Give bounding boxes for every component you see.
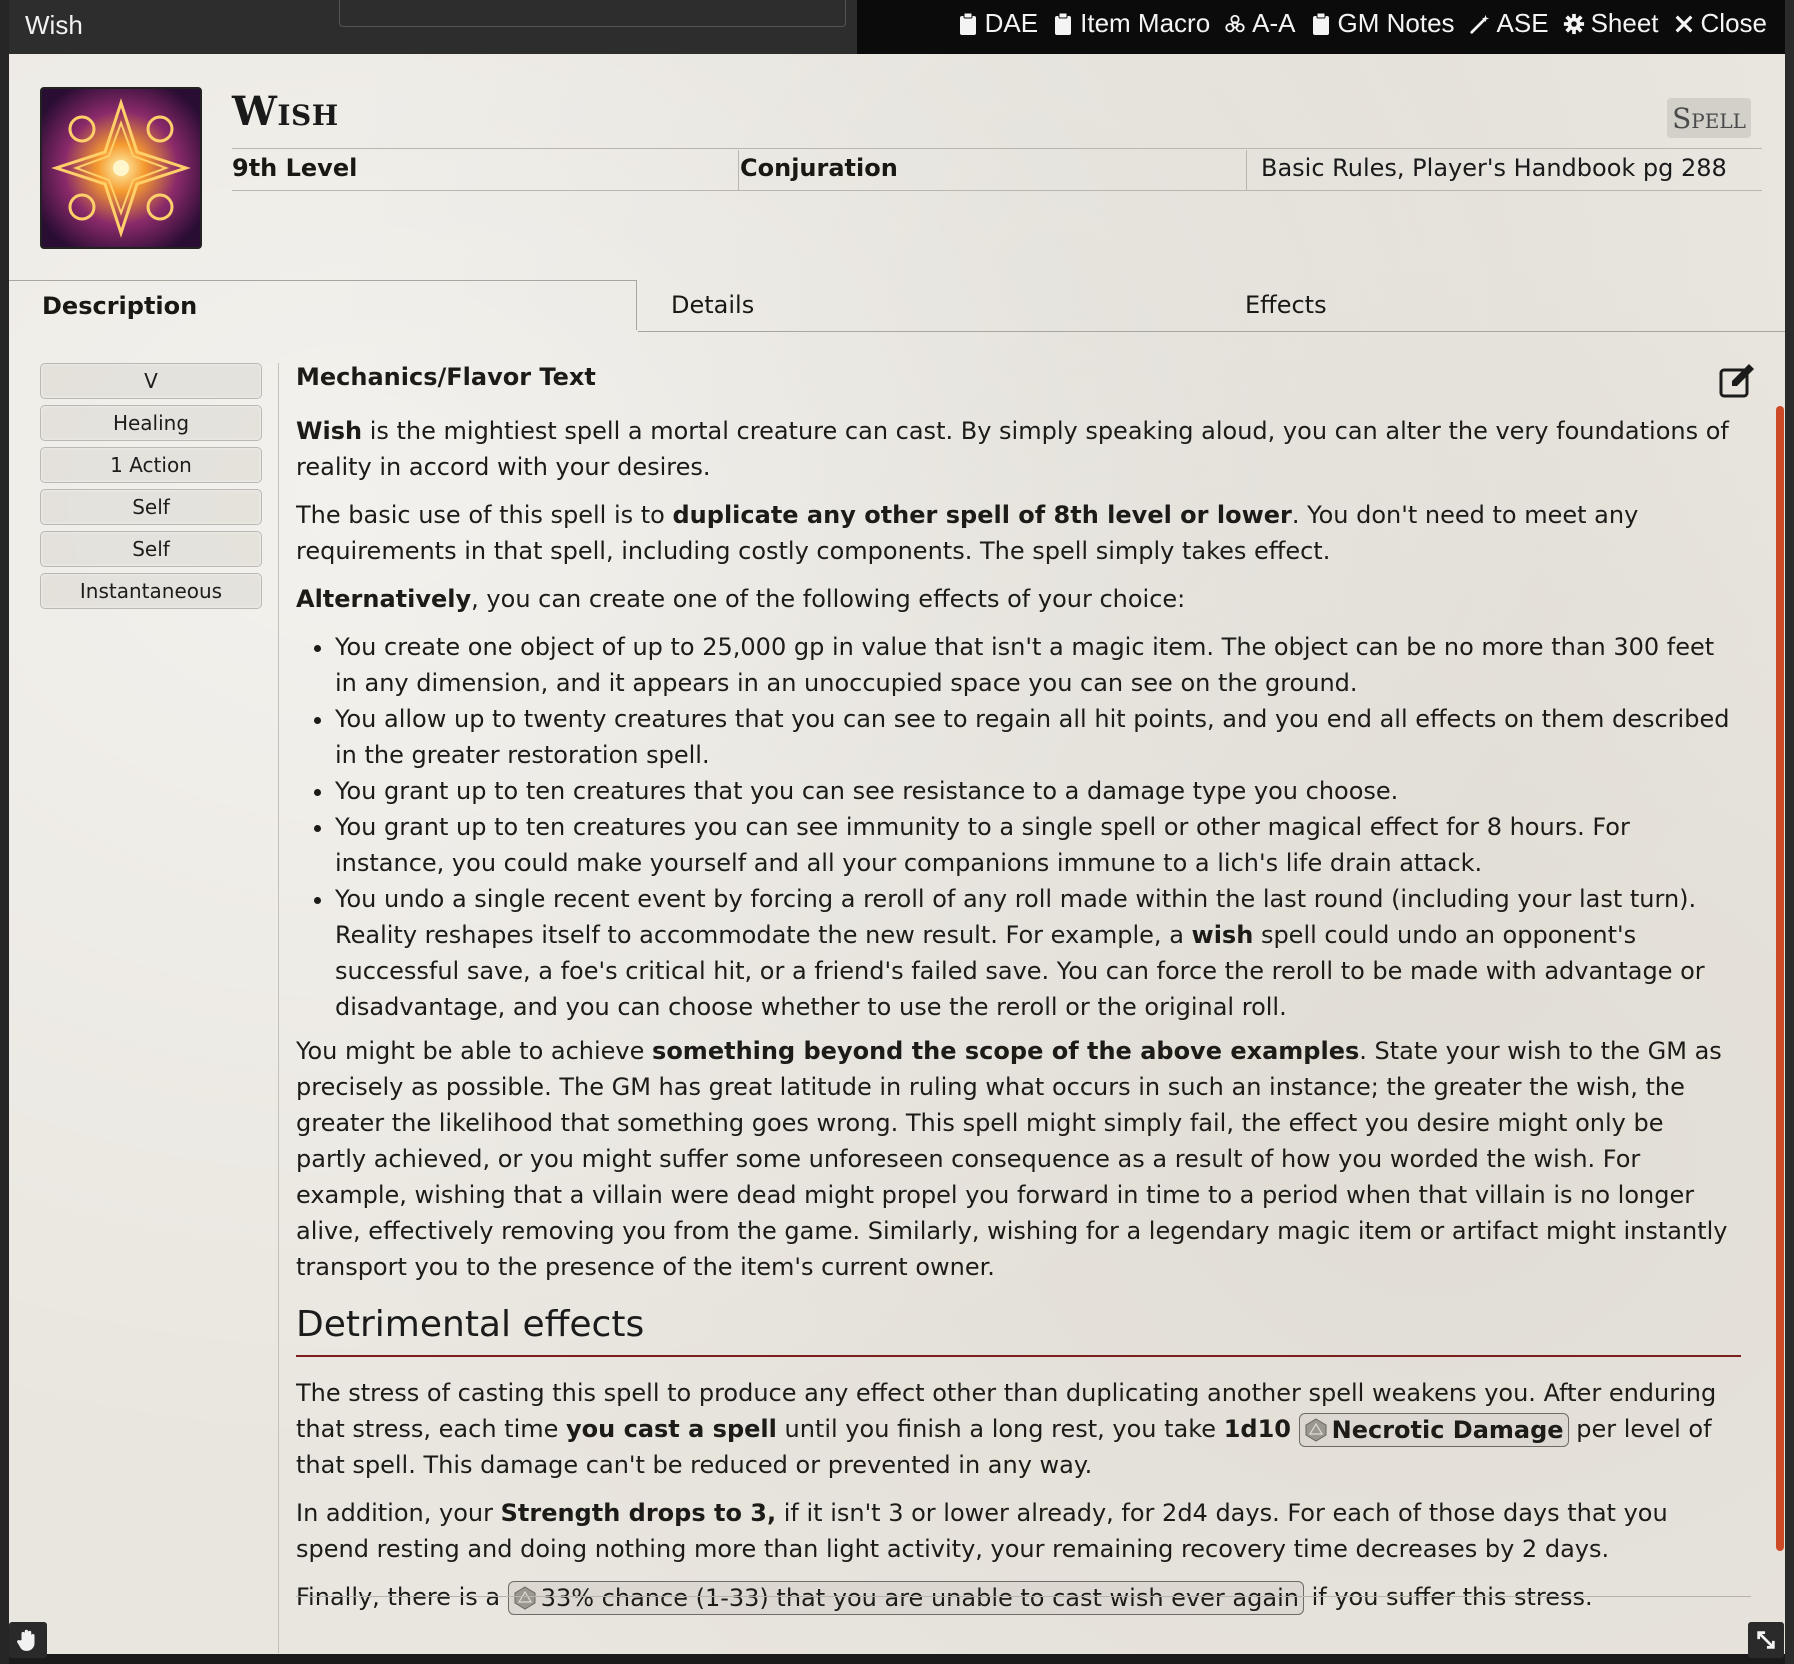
bold-text: something beyond the scope of the above … — [652, 1037, 1360, 1065]
gm-notes-button[interactable]: GM Notes — [1310, 8, 1455, 39]
text: The basic use of this spell is to — [296, 501, 673, 529]
spell-level[interactable]: 9th Level — [232, 154, 357, 182]
property-tag: V — [40, 363, 262, 399]
effects-list: You create one object of up to 25,000 gp… — [296, 629, 1741, 1025]
spell-school[interactable]: Conjuration — [740, 154, 898, 182]
dae-button-label: DAE — [984, 8, 1039, 38]
chance-roll-chip[interactable]: 33% chance (1-33) that you are unable to… — [507, 1581, 1304, 1615]
biohazard-icon — [1225, 14, 1245, 32]
property-tag: Instantaneous — [40, 573, 262, 609]
clipboard-icon — [1055, 12, 1072, 35]
item-source[interactable]: Basic Rules, Player's Handbook pg 288 — [1261, 154, 1727, 182]
clipboard-icon — [1312, 12, 1329, 35]
section-heading: Detrimental effects — [296, 1303, 1741, 1357]
sheet-tabs: Description Details Effects — [9, 280, 1785, 332]
bold-text: Wish — [296, 417, 363, 445]
properties-sidebar: V Healing 1 Action Self Self Instantaneo… — [40, 363, 262, 615]
text: You might be able to achieve — [296, 1037, 653, 1065]
list-item: You allow up to twenty creatures that yo… — [335, 701, 1741, 773]
text: if you suffer this stress. — [1303, 1583, 1593, 1611]
bold-text: duplicate any other spell of 8th level o… — [672, 501, 1292, 529]
paragraph: Wish is the mightiest spell a mortal cre… — [296, 413, 1741, 485]
gear-icon — [1563, 13, 1584, 34]
item-sheet-window: Wish DAE Item Macro A-A GM Notes ASE She… — [9, 0, 1785, 1654]
tab-details[interactable]: Details — [671, 280, 1221, 330]
text: , you can create one of the following ef… — [471, 585, 1186, 613]
property-tag: Self — [40, 531, 262, 567]
damage-dice: 1d10 — [1223, 1415, 1291, 1443]
background-right — [1785, 0, 1794, 1664]
item-macro-button[interactable]: Item Macro — [1052, 8, 1210, 39]
list-item: You grant up to ten creatures that you c… — [335, 773, 1741, 809]
list-item: You grant up to ten creatures you can se… — [335, 809, 1741, 881]
item-type-badge: Spell — [1667, 98, 1751, 138]
bold-text: Alternatively — [296, 585, 472, 613]
aa-button[interactable]: A-A — [1224, 8, 1296, 39]
sidebar-divider — [278, 363, 279, 1653]
content-divider — [296, 1596, 1751, 1597]
d20-icon — [514, 1586, 536, 1610]
sheet-button-label: Sheet — [1590, 8, 1659, 38]
paragraph: The stress of casting this spell to prod… — [296, 1375, 1741, 1483]
necrotic-damage-label: Necrotic Damage — [1331, 1416, 1564, 1444]
tabs-underline — [638, 331, 1785, 332]
close-button-label: Close — [1700, 8, 1767, 38]
list-item: You undo a single recent event by forcin… — [335, 881, 1741, 1025]
text: In addition, your — [296, 1499, 501, 1527]
bold-text: wish — [1191, 921, 1254, 949]
header-buttons: DAE Item Macro A-A GM Notes ASE Sheet Cl… — [957, 8, 1767, 39]
property-tag: Healing — [40, 405, 262, 441]
paragraph: Finally, there is a 33% chance (1-33) th… — [296, 1579, 1741, 1615]
chance-roll-label: 33% chance (1-33) that you are unable to… — [540, 1584, 1299, 1612]
dae-button[interactable]: DAE — [957, 8, 1038, 39]
header-divider — [232, 190, 1762, 191]
window-title: Wish — [25, 10, 83, 40]
close-button[interactable]: Close — [1673, 8, 1767, 39]
property-tag: 1 Action — [40, 447, 262, 483]
content-scrollbar[interactable] — [1776, 406, 1784, 1551]
description-content[interactable]: Mechanics/Flavor Text Wish is the mighti… — [296, 363, 1741, 1653]
window-titlebar[interactable]: Wish DAE Item Macro A-A GM Notes ASE She… — [9, 0, 1785, 54]
item-portrait[interactable] — [40, 87, 202, 249]
close-icon — [1675, 15, 1692, 32]
bold-text: Strength drops to 3, — [500, 1499, 777, 1527]
tab-effects[interactable]: Effects — [1245, 280, 1785, 330]
spell-sigil-icon — [42, 89, 200, 247]
paragraph: In addition, your Strength drops to 3, i… — [296, 1495, 1741, 1567]
paragraph: Alternatively, you can create one of the… — [296, 581, 1741, 617]
text: until you finish a long rest, you take — [776, 1415, 1224, 1443]
resize-handle-icon[interactable] — [1748, 1622, 1784, 1658]
item-name[interactable]: Wish — [232, 88, 339, 135]
bold-text: you cast a spell — [566, 1415, 777, 1443]
tab-description[interactable]: Description — [9, 280, 637, 330]
gm-notes-button-label: GM Notes — [1337, 8, 1455, 38]
paragraph: The basic use of this spell is to duplic… — [296, 497, 1741, 569]
header-separator — [738, 150, 739, 190]
necrotic-damage-roll-chip[interactable]: Necrotic Damage — [1298, 1413, 1569, 1447]
ase-button[interactable]: ASE — [1469, 8, 1549, 39]
item-macro-button-label: Item Macro — [1080, 8, 1211, 38]
text: Finally, there is a — [296, 1583, 508, 1611]
header-divider — [232, 148, 1762, 149]
aa-button-label: A-A — [1252, 8, 1296, 38]
paragraph: You might be able to achieve something b… — [296, 1033, 1741, 1285]
property-tag: Self — [40, 489, 262, 525]
background-left — [0, 0, 9, 1664]
sheet-button[interactable]: Sheet — [1563, 8, 1659, 39]
d20-icon — [1305, 1418, 1327, 1442]
text: is the mightiest spell a mortal creature… — [296, 417, 1729, 481]
text: . State your wish to the GM as precisely… — [296, 1037, 1728, 1281]
ase-button-label: ASE — [1496, 8, 1549, 38]
clipboard-icon — [959, 12, 976, 35]
magic-wand-icon — [1469, 14, 1489, 34]
list-item: You create one object of up to 25,000 gp… — [335, 629, 1741, 701]
hand-icon[interactable] — [9, 1622, 47, 1658]
section-title: Mechanics/Flavor Text — [296, 363, 596, 391]
header-separator — [1246, 150, 1247, 190]
background-field — [339, 0, 846, 27]
